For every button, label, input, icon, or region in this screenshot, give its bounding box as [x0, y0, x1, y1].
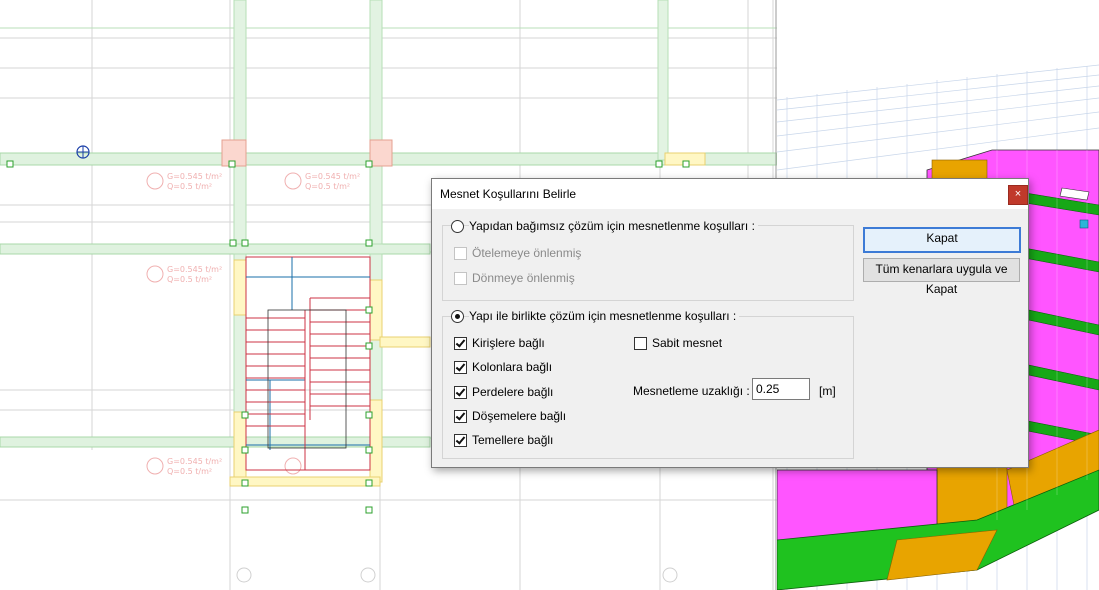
translation-restrained-label: Ötelemeye önlenmiş: [472, 246, 582, 260]
combined-solution-radio-row[interactable]: Yapı ile birlikte çözüm için mesnetlenme…: [451, 308, 740, 324]
slabs-connected-row[interactable]: Döşemelere bağlı: [454, 408, 566, 424]
columns-connected-checkbox[interactable]: [454, 360, 467, 374]
fixed-support-row[interactable]: Sabit mesnet: [634, 335, 722, 351]
close-icon[interactable]: ×: [1008, 185, 1028, 205]
walls-connected-label: Perdelere bağlı: [472, 385, 554, 399]
slabs-connected-label: Döşemelere bağlı: [472, 409, 567, 423]
independent-solution-label: Yapıdan bağımsız çözüm için mesnetlenme …: [469, 219, 758, 233]
load-q-4: Q=0.5 t/m²: [167, 467, 212, 476]
foundations-connected-checkbox[interactable]: [454, 433, 467, 447]
columns-connected-label: Kolonlara bağlı: [472, 360, 553, 374]
columns-connected-row[interactable]: Kolonlara bağlı: [454, 359, 552, 375]
combined-solution-label: Yapı ile birlikte çözüm için mesnetlenme…: [469, 309, 740, 323]
beams-connected-label: Kirişlere bağlı: [472, 336, 545, 350]
support-distance-input[interactable]: 0.25: [752, 378, 810, 400]
independent-solution-group: [442, 225, 854, 301]
dialog-title: Mesnet Koşullarını Belirle: [440, 187, 577, 201]
support-conditions-dialog: Mesnet Koşullarını Belirle × Yapıdan bağ…: [431, 178, 1029, 468]
close-button[interactable]: Kapat: [863, 227, 1021, 253]
load-q-3: Q=0.5 t/m²: [167, 275, 212, 284]
translation-restrained-checkbox: [454, 246, 467, 260]
independent-solution-radio-row[interactable]: Yapıdan bağımsız çözüm için mesnetlenme …: [451, 218, 758, 234]
apply-all-close-button[interactable]: Tüm kenarlara uygula ve Kapat: [863, 258, 1020, 296]
rotation-restrained-row: Dönmeye önlenmiş: [454, 270, 575, 286]
support-distance-unit: [m]: [819, 384, 836, 398]
foundations-connected-row[interactable]: Temellere bağlı: [454, 432, 553, 448]
fixed-support-label: Sabit mesnet: [652, 336, 723, 350]
walls-connected-checkbox[interactable]: [454, 385, 467, 399]
support-distance-label: Mesnetleme uzaklığı :: [633, 384, 750, 398]
slabs-connected-checkbox[interactable]: [454, 409, 467, 423]
independent-solution-radio[interactable]: [451, 219, 464, 233]
load-g-3: G=0.545 t/m²: [167, 265, 222, 274]
load-g-2: G=0.545 t/m²: [305, 172, 360, 181]
rotation-restrained-label: Dönmeye önlenmiş: [472, 271, 575, 285]
combined-solution-radio[interactable]: [451, 309, 464, 323]
dialog-title-bar[interactable]: Mesnet Koşullarını Belirle ×: [432, 179, 1028, 209]
load-q-2: Q=0.5 t/m²: [305, 182, 350, 191]
rotation-restrained-checkbox: [454, 271, 467, 285]
translation-restrained-row: Ötelemeye önlenmiş: [454, 245, 581, 261]
beams-connected-checkbox[interactable]: [454, 336, 467, 350]
foundations-connected-label: Temellere bağlı: [472, 433, 554, 447]
beams-connected-row[interactable]: Kirişlere bağlı: [454, 335, 545, 351]
load-g-4: G=0.545 t/m²: [167, 457, 222, 466]
walls-connected-row[interactable]: Perdelere bağlı: [454, 384, 553, 400]
load-g-1: G=0.545 t/m²: [167, 172, 222, 181]
load-q-1: Q=0.5 t/m²: [167, 182, 212, 191]
crosshair-icon: [76, 145, 90, 159]
fixed-support-checkbox[interactable]: [634, 336, 647, 350]
